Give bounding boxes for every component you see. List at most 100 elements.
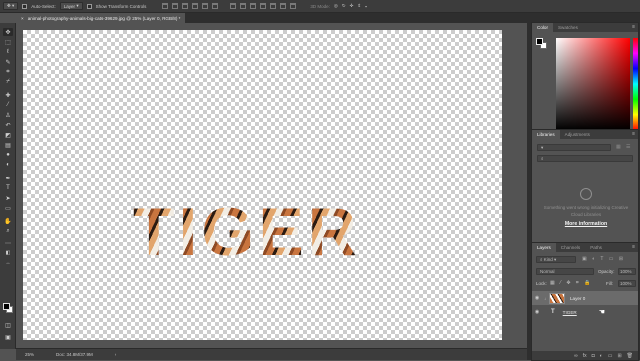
tab-adjustments[interactable]: Adjustments bbox=[560, 130, 595, 139]
pen-tool-icon[interactable]: ✒ bbox=[3, 174, 13, 182]
layer-visibility-eye-icon[interactable]: ◉ bbox=[532, 295, 542, 301]
status-menu-icon[interactable]: › bbox=[115, 352, 117, 357]
fx-icon[interactable]: fx bbox=[583, 353, 587, 359]
path-select-tool-icon[interactable]: ➤ bbox=[3, 194, 13, 202]
color-panel-foreground-swatch[interactable] bbox=[536, 38, 543, 45]
3d-scale-icon[interactable]: ▪ bbox=[365, 4, 367, 9]
more-information-link[interactable]: More information bbox=[538, 221, 634, 227]
lasso-tool-icon[interactable]: ℓ bbox=[3, 48, 13, 56]
fill-field[interactable]: 100% bbox=[618, 280, 636, 287]
quick-select-tool-icon[interactable]: ✎ bbox=[3, 58, 13, 66]
distribute-bottom-icon[interactable] bbox=[250, 3, 257, 9]
layer-row-layer-0[interactable]: ◉ ↓ Layer 0 bbox=[532, 291, 638, 305]
color-picker-field[interactable] bbox=[556, 38, 630, 130]
tab-channels[interactable]: Channels bbox=[556, 243, 585, 252]
quick-mask-icon[interactable]: ◫ bbox=[3, 321, 13, 329]
layer-row-tiger-text[interactable]: ◉ T TIGER ☚ bbox=[532, 305, 638, 319]
zoom-tool-icon[interactable]: ⌕ bbox=[3, 227, 13, 235]
blend-mode-dropdown[interactable]: Normal bbox=[536, 268, 594, 275]
healing-tool-icon[interactable]: ✚ bbox=[3, 91, 13, 99]
hand-tool-icon[interactable]: ✋ bbox=[3, 217, 13, 225]
opacity-label: Opacity: bbox=[598, 269, 615, 274]
document-tab[interactable]: × animal-photography-animals-big-cats-39… bbox=[16, 13, 186, 23]
brush-tool-icon[interactable]: ⁄ bbox=[3, 101, 13, 109]
tiger-text-layer[interactable]: TIGER bbox=[133, 198, 433, 266]
tab-color[interactable]: Color bbox=[532, 23, 553, 32]
creative-cloud-error-icon bbox=[580, 188, 592, 200]
distribute-top-icon[interactable] bbox=[230, 3, 237, 9]
tab-paths[interactable]: Paths bbox=[585, 243, 607, 252]
blur-tool-icon[interactable]: ● bbox=[3, 151, 13, 159]
library-list-view-icon[interactable]: ☰ bbox=[626, 144, 630, 150]
history-brush-tool-icon[interactable]: ↶ bbox=[3, 121, 13, 129]
eraser-tool-icon[interactable]: ◩ bbox=[3, 131, 13, 139]
libraries-panel-menu-icon[interactable]: ≡ bbox=[632, 131, 635, 137]
library-search-field[interactable]: ⌕ bbox=[537, 155, 633, 162]
3d-mode-label: 3D Mode: bbox=[310, 3, 330, 9]
layer-kind-filter[interactable]: ⌕ Kind ▾ bbox=[536, 256, 576, 263]
close-tab-icon[interactable]: × bbox=[21, 16, 24, 21]
show-transform-checkbox[interactable] bbox=[86, 3, 92, 9]
dodge-tool-icon[interactable]: ◐ bbox=[3, 161, 13, 169]
document-size[interactable]: Doc: 34.8M/37.9M bbox=[56, 352, 93, 357]
distribute-right-icon[interactable] bbox=[280, 3, 287, 9]
add-mask-icon[interactable]: ◘ bbox=[592, 353, 595, 359]
trash-icon[interactable]: 🗑 bbox=[627, 353, 633, 359]
tab-libraries[interactable]: Libraries bbox=[532, 130, 560, 139]
more-tools-icon[interactable]: ⋯ bbox=[3, 239, 13, 247]
3d-pan-icon[interactable]: ✣ bbox=[350, 3, 354, 9]
eyedropper-tool-icon[interactable]: ⌿ bbox=[3, 78, 13, 86]
libraries-panel: Libraries Adjustments ≡ ▾ ▦ ☰ ⌕ Somethin… bbox=[531, 129, 639, 254]
tab-swatches[interactable]: Swatches bbox=[553, 23, 583, 32]
new-layer-icon[interactable]: ⊞ bbox=[617, 353, 621, 359]
layers-panel-menu-icon[interactable]: ≡ bbox=[632, 244, 635, 250]
lock-icons[interactable]: ▦ ⁄ ✥ ⌗ 🔒 bbox=[550, 280, 592, 286]
color-panel-menu-icon[interactable]: ≡ bbox=[632, 24, 635, 30]
3d-slide-icon[interactable]: ⇕ bbox=[357, 3, 361, 9]
align-left-icon[interactable] bbox=[192, 3, 199, 9]
zoom-level[interactable]: 25% bbox=[25, 352, 34, 357]
crop-tool-icon[interactable]: ⌗ bbox=[3, 68, 13, 76]
foreground-color-swatch[interactable] bbox=[3, 303, 10, 310]
tools-panel: ✥ ⬚ ℓ ✎ ⌗ ⌿ ✚ ⁄ ♙ ↶ ◩ ▤ ● ◐ ✒ T ➤ ▭ ✋ ⌕ … bbox=[0, 23, 16, 349]
align-hcenter-icon[interactable] bbox=[202, 3, 209, 9]
type-tool-icon[interactable]: T bbox=[3, 184, 13, 192]
adjustment-layer-icon[interactable]: ◐ bbox=[600, 353, 603, 359]
shape-tool-icon[interactable]: ▭ bbox=[3, 204, 13, 212]
document-tab-bar: × animal-photography-animals-big-cats-39… bbox=[16, 13, 527, 23]
align-vcenter-icon[interactable] bbox=[172, 3, 179, 9]
screen-mode-icon[interactable]: ▣ bbox=[3, 333, 13, 341]
distribute-hcenter-icon[interactable] bbox=[270, 3, 277, 9]
layer-filter-icons[interactable]: ▣ ◐ T ▭ ⊞ bbox=[582, 256, 625, 262]
auto-align-icon[interactable] bbox=[290, 3, 297, 9]
panel-dock: Color Swatches ≡ Libraries Adjustments ≡… bbox=[527, 13, 640, 361]
move-tool-preset-button[interactable]: ✥ ▾ bbox=[3, 2, 19, 10]
default-colors-icon[interactable]: ◧ bbox=[3, 249, 13, 257]
auto-select-dropdown[interactable]: Layer ▾ bbox=[59, 2, 83, 10]
distribute-vcenter-icon[interactable] bbox=[240, 3, 247, 9]
library-grid-view-icon[interactable]: ▦ bbox=[616, 144, 621, 150]
layer-name: TIGER bbox=[562, 309, 577, 315]
color-panel-tabs: Color Swatches ≡ bbox=[532, 23, 638, 32]
link-layers-icon[interactable]: ∞ bbox=[574, 353, 578, 359]
distribute-left-icon[interactable] bbox=[260, 3, 267, 9]
gradient-tool-icon[interactable]: ▤ bbox=[3, 141, 13, 149]
3d-roll-icon[interactable]: ↻ bbox=[342, 3, 346, 9]
marquee-tool-icon[interactable]: ⬚ bbox=[3, 38, 13, 46]
align-top-icon[interactable] bbox=[162, 3, 169, 9]
swap-colors-icon[interactable]: ↔ bbox=[3, 259, 13, 267]
3d-orbit-icon[interactable]: ◎ bbox=[334, 3, 338, 9]
opacity-field[interactable]: 100% bbox=[618, 268, 636, 275]
tab-layers[interactable]: Layers bbox=[532, 243, 556, 252]
new-group-icon[interactable]: ▭ bbox=[608, 353, 613, 359]
align-bottom-icon[interactable] bbox=[182, 3, 189, 9]
layer-visibility-eye-icon[interactable]: ◉ bbox=[532, 309, 542, 315]
document-canvas[interactable]: TIGER bbox=[23, 30, 502, 340]
auto-select-checkbox[interactable] bbox=[22, 3, 28, 9]
hue-slider[interactable] bbox=[633, 38, 638, 130]
library-select-dropdown[interactable]: ▾ bbox=[537, 144, 611, 151]
blend-mode-value: Normal bbox=[540, 269, 555, 274]
align-right-icon[interactable] bbox=[212, 3, 219, 9]
move-tool-icon[interactable]: ✥ bbox=[3, 28, 13, 36]
stamp-tool-icon[interactable]: ♙ bbox=[3, 111, 13, 119]
